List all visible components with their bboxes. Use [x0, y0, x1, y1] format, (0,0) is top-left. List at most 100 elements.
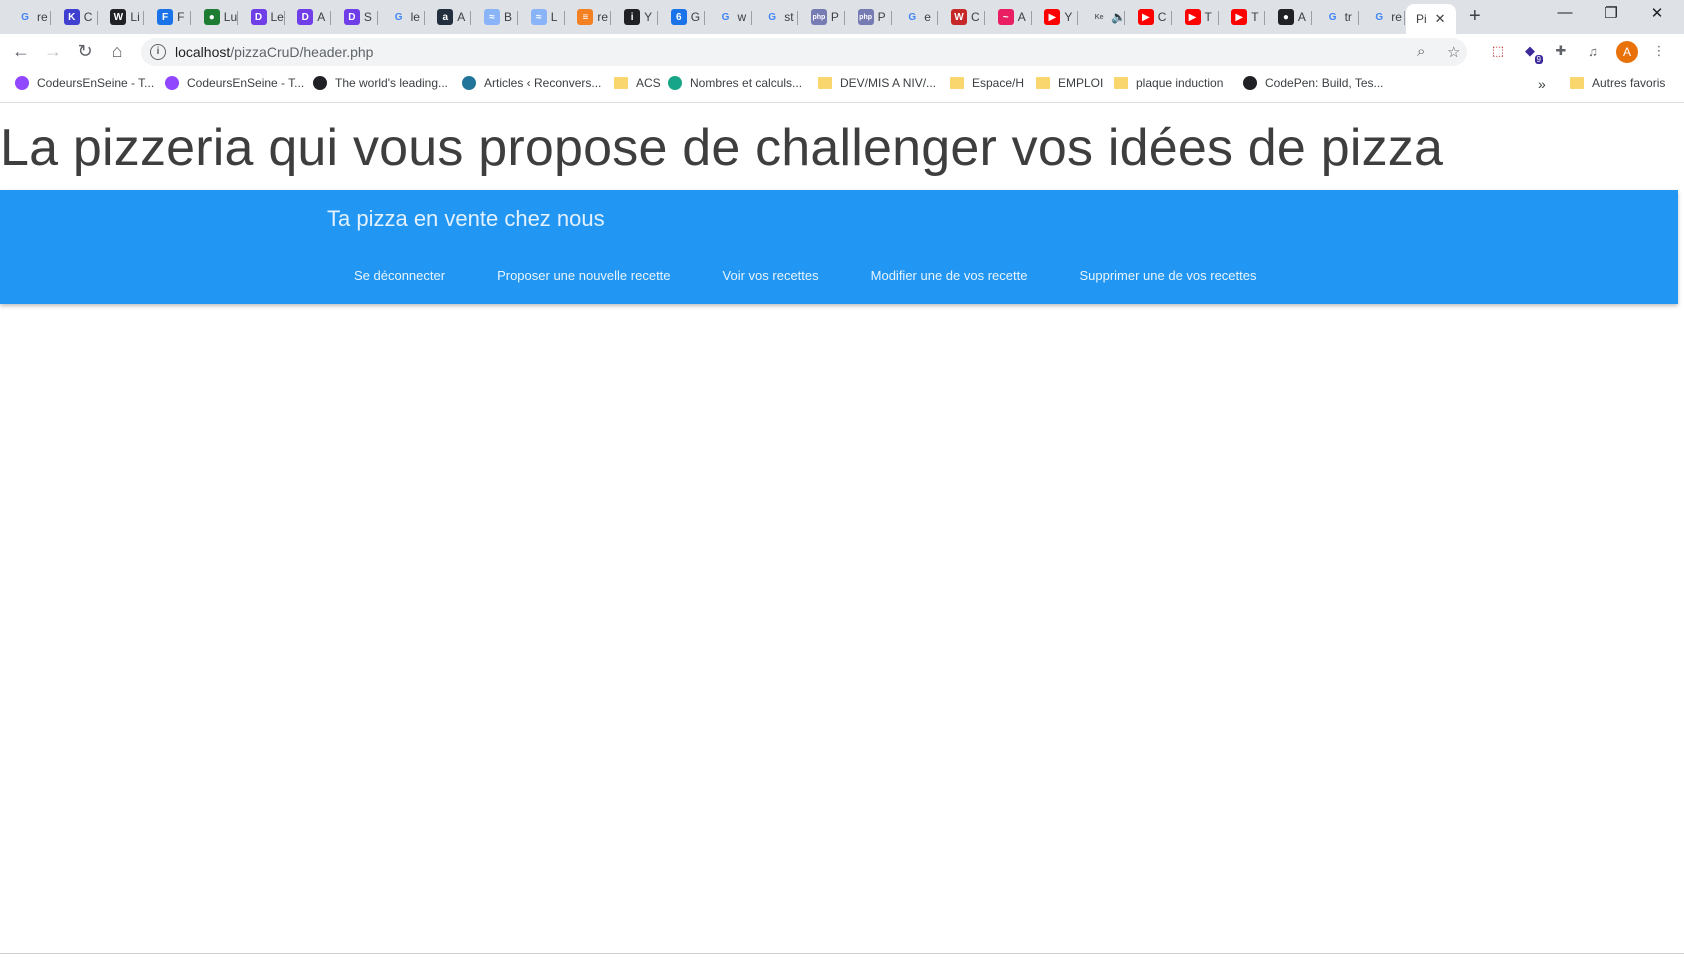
- tab[interactable]: aA: [427, 4, 472, 30]
- tab-title: B: [504, 10, 513, 24]
- bookmark-item[interactable]: ACS: [614, 76, 661, 90]
- bookmark-item[interactable]: EMPLOI: [1036, 76, 1103, 90]
- tab[interactable]: ▶ T: [1175, 4, 1219, 30]
- tab[interactable]: 6G: [661, 4, 705, 30]
- bookmark-label: CodeursEnSeine - T...: [37, 76, 155, 90]
- restore-button[interactable]: ❐: [1596, 4, 1626, 22]
- tab[interactable]: Ge: [894, 4, 939, 30]
- home-icon[interactable]: ⌂: [106, 41, 128, 62]
- tab[interactable]: D Le: [241, 4, 285, 30]
- tab[interactable]: iY: [614, 4, 659, 30]
- php-icon: php: [857, 9, 874, 25]
- extension-badge-icon[interactable]: ◆ 9: [1521, 42, 1543, 64]
- bookmark-item[interactable]: CodeursEnSeine - T...: [165, 76, 304, 90]
- bookmark-label: DEV/MIS A NIV/...: [840, 76, 937, 90]
- github-icon: [313, 76, 327, 90]
- tab[interactable]: ● A: [1268, 4, 1312, 30]
- bookmark-star-icon[interactable]: ☆: [1447, 43, 1460, 61]
- tab[interactable]: ≈ B: [474, 4, 518, 30]
- bookmark-item[interactable]: CodeursEnSeine - T...: [15, 76, 154, 90]
- url-text[interactable]: localhost/pizzaCruD/header.php: [175, 44, 373, 60]
- pdf-extension-icon[interactable]: ⬚: [1489, 42, 1507, 60]
- tab[interactable]: Gw: [708, 4, 752, 30]
- tab[interactable]: Gle: [381, 4, 425, 30]
- address-bar[interactable]: i localhost/pizzaCruD/header.php ⌕ ☆: [141, 38, 1467, 66]
- twitch-icon: [15, 76, 29, 90]
- zoom-icon[interactable]: ⌕: [1417, 43, 1425, 60]
- info-icon: i: [624, 9, 641, 25]
- tab[interactable]: ● Lu: [194, 4, 238, 30]
- site-info-icon[interactable]: i: [150, 44, 166, 60]
- ke-icon: Ke: [1094, 13, 1104, 21]
- extensions-puzzle-icon[interactable]: ✚: [1552, 42, 1570, 60]
- tab-title: A: [457, 10, 466, 24]
- bookmark-label: ACS: [636, 76, 661, 90]
- tab[interactable]: Gre: [7, 4, 51, 30]
- tab[interactable]: ≈ L: [521, 4, 565, 30]
- new-tab-button[interactable]: +: [1469, 5, 1481, 28]
- page-title: La pizzeria qui vous propose de challeng…: [0, 119, 1444, 177]
- tab[interactable]: ~ A: [988, 4, 1032, 30]
- nav-edit-recipe-link[interactable]: Modifier une de vos recette: [845, 268, 1054, 283]
- tab[interactable]: ▶ T: [1221, 4, 1266, 30]
- bookmark-item[interactable]: DEV/MIS A NIV/...: [818, 76, 936, 90]
- bookmark-item[interactable]: Articles ‹ Reconvers...: [462, 76, 601, 90]
- youtube-icon: ▶: [1044, 9, 1061, 25]
- tab[interactable]: ≡ re: [567, 4, 612, 30]
- tab-title: L: [550, 10, 558, 24]
- close-window-button[interactable]: ✕: [1642, 4, 1672, 22]
- tab[interactable]: Gst: [754, 4, 799, 30]
- folder-icon: [1114, 77, 1128, 89]
- bookmark-item[interactable]: Nombres et calculs...: [668, 76, 802, 90]
- navbar-brand[interactable]: Ta pizza en vente chez nous: [327, 206, 605, 232]
- bookmarks-overflow-icon[interactable]: »: [1538, 76, 1546, 92]
- tab[interactable]: DA: [287, 4, 332, 30]
- back-icon[interactable]: ←: [10, 41, 32, 62]
- tab-active[interactable]: Pi ✕: [1406, 4, 1456, 34]
- tab[interactable]: W Li: [100, 4, 145, 30]
- tab[interactable]: php P: [848, 4, 892, 30]
- github-icon: ●: [1277, 9, 1294, 25]
- active-tab-title: Pi: [1416, 12, 1427, 26]
- globe-icon: ●: [203, 9, 220, 25]
- nav-logout-link[interactable]: Se déconnecter: [328, 268, 471, 283]
- reload-icon[interactable]: ↻: [74, 41, 96, 62]
- google-icon: G: [1328, 11, 1337, 23]
- tab-title: A: [1017, 10, 1026, 24]
- bookmark-label: plaque induction: [1136, 76, 1224, 90]
- tab[interactable]: ▶ C: [1128, 4, 1172, 30]
- menu-dots-icon[interactable]: ⋮: [1650, 42, 1668, 60]
- folder-icon: [614, 77, 628, 89]
- tab[interactable]: Ke 🔈: [1081, 4, 1126, 30]
- tab[interactable]: WC: [941, 4, 985, 30]
- google-icon: G: [721, 11, 730, 23]
- tab[interactable]: Gtr: [1315, 4, 1359, 30]
- bookmark-item[interactable]: The world's leading...: [313, 76, 448, 90]
- nav-view-recipes-link[interactable]: Voir vos recettes: [697, 268, 845, 283]
- bookmark-item[interactable]: plaque induction: [1114, 76, 1223, 90]
- tab[interactable]: php P: [801, 4, 845, 30]
- nav-delete-recipe-link[interactable]: Supprimer une de vos recettes: [1053, 268, 1282, 283]
- minimize-button[interactable]: —: [1550, 4, 1580, 21]
- stack-icon: ≡: [577, 9, 594, 25]
- navbar-links: Se déconnecter Proposer une nouvelle rec…: [328, 268, 1283, 283]
- nav-propose-recipe-link[interactable]: Proposer une nouvelle recette: [471, 268, 696, 283]
- bookmark-label: CodePen: Build, Tes...: [1265, 76, 1384, 90]
- close-tab-icon[interactable]: ✕: [1435, 11, 1446, 27]
- other-bookmarks[interactable]: Autres favoris: [1570, 76, 1665, 90]
- tab[interactable]: DS: [334, 4, 378, 30]
- profile-avatar[interactable]: A: [1616, 41, 1638, 63]
- bookmark-label: Articles ‹ Reconvers...: [484, 76, 602, 90]
- forward-icon[interactable]: →: [42, 41, 64, 62]
- tab[interactable]: ▶ Y: [1034, 4, 1079, 30]
- folder-icon: [1036, 77, 1050, 89]
- tab-title: tr: [1344, 10, 1352, 24]
- bookmark-item[interactable]: CodePen: Build, Tes...: [1243, 76, 1384, 90]
- media-control-icon[interactable]: ♫: [1584, 42, 1602, 60]
- tab[interactable]: FF: [147, 4, 192, 30]
- w-icon: W: [110, 9, 127, 25]
- youtube-icon: ▶: [1231, 9, 1248, 25]
- tab[interactable]: KC: [54, 4, 98, 30]
- bookmark-item[interactable]: Espace/H: [950, 76, 1024, 90]
- tab[interactable]: Gre: [1361, 4, 1406, 30]
